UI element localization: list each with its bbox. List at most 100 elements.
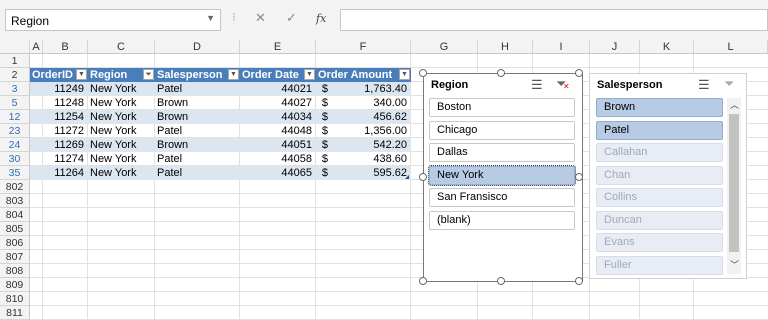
table-cell[interactable]: 1,356.00	[332, 124, 411, 138]
table-cell[interactable]: 11248	[30, 96, 88, 110]
resize-handle[interactable]	[419, 69, 427, 77]
table-cell[interactable]: Brown	[155, 96, 240, 110]
column-header-k[interactable]: K	[640, 40, 694, 54]
table-cell[interactable]: 11264	[30, 166, 88, 180]
resize-handle[interactable]	[497, 277, 505, 285]
table-cell[interactable]: Patel	[155, 82, 240, 96]
column-header-e[interactable]: E	[240, 40, 316, 54]
table-cell[interactable]: $	[316, 82, 332, 96]
table-cell[interactable]: New York	[88, 96, 155, 110]
table-cell[interactable]: $	[316, 96, 332, 110]
scrollbar-thumb[interactable]	[729, 114, 739, 252]
table-cell[interactable]: New York	[88, 110, 155, 124]
row-header[interactable]: 2	[0, 68, 30, 82]
resize-handle[interactable]	[575, 277, 583, 285]
slicer-item-blank[interactable]: (blank)	[429, 210, 575, 230]
row-header[interactable]: 804	[0, 208, 30, 222]
slicer-item-duncan[interactable]: Duncan	[596, 210, 723, 230]
slicer-item-brown[interactable]: Brown	[596, 98, 723, 117]
table-cell[interactable]: 44034	[240, 110, 316, 124]
table-resize-handle[interactable]	[405, 175, 409, 179]
row-header[interactable]: 802	[0, 180, 30, 194]
column-header-a[interactable]: A	[30, 40, 43, 54]
table-cell[interactable]: 456.62	[332, 110, 411, 124]
chevron-down-icon[interactable]: ▼	[206, 13, 215, 23]
enter-icon[interactable]: ✓	[286, 10, 297, 26]
column-header-h[interactable]: H	[478, 40, 533, 54]
table-cell[interactable]: 44065	[240, 166, 316, 180]
resize-handle[interactable]	[575, 173, 583, 181]
row-header[interactable]: 807	[0, 250, 30, 264]
table-cell[interactable]: 11274	[30, 152, 88, 166]
table-cell[interactable]: 44021	[240, 82, 316, 96]
row-header[interactable]: 805	[0, 222, 30, 236]
row-header[interactable]: 35	[0, 166, 30, 180]
resize-handle[interactable]	[419, 277, 427, 285]
slicer-item-callahan[interactable]: Callahan	[596, 143, 723, 162]
filter-dropdown-icon[interactable]: ▼	[399, 69, 410, 80]
table-cell[interactable]: $	[316, 138, 332, 152]
slicer-item-chicago[interactable]: Chicago	[429, 120, 575, 140]
table-cell[interactable]: Brown	[155, 138, 240, 152]
table-cell[interactable]: 542.20	[332, 138, 411, 152]
column-header-g[interactable]: G	[411, 40, 478, 54]
scroll-up-icon[interactable]: ︿	[730, 98, 739, 111]
filter-applied-icon[interactable]: ⏷	[143, 69, 154, 80]
formula-input[interactable]	[340, 9, 768, 31]
row-header[interactable]: 3	[0, 82, 30, 96]
table-cell[interactable]: $	[316, 110, 332, 124]
table-cell[interactable]: $	[316, 166, 332, 180]
table-cell[interactable]: 11269	[30, 138, 88, 152]
table-cell[interactable]: New York	[88, 138, 155, 152]
row-header[interactable]: 23	[0, 124, 30, 138]
table-cell[interactable]: New York	[88, 124, 155, 138]
table-cell[interactable]: 11249	[30, 82, 88, 96]
table-cell[interactable]: 438.60	[332, 152, 411, 166]
row-header[interactable]: 30	[0, 152, 30, 166]
slicer-item-dallas[interactable]: Dallas	[429, 143, 575, 162]
table-cell[interactable]: 595.62	[332, 166, 411, 180]
row-header[interactable]: 1	[0, 54, 30, 68]
select-all-corner[interactable]	[0, 40, 30, 54]
salesperson-scrollbar[interactable]: ︿ ﹀	[727, 98, 741, 274]
column-header-i[interactable]: I	[533, 40, 590, 54]
row-header[interactable]: 810	[0, 292, 30, 306]
table-cell[interactable]: Brown	[155, 110, 240, 124]
column-header-d[interactable]: D	[155, 40, 240, 54]
multi-select-icon[interactable]: ☰	[531, 77, 543, 93]
table-cell[interactable]: Patel	[155, 152, 240, 166]
table-cell[interactable]: New York	[88, 82, 155, 96]
table-cell[interactable]: 44058	[240, 152, 316, 166]
clear-filter-icon[interactable]: ⏷ ✕	[556, 76, 570, 92]
resize-handle[interactable]	[419, 173, 427, 181]
column-header-c[interactable]: C	[88, 40, 155, 54]
row-header[interactable]: 5	[0, 96, 30, 110]
resize-handle[interactable]	[497, 69, 505, 77]
column-header-b[interactable]: B	[43, 40, 88, 54]
multi-select-icon[interactable]: ☰	[698, 77, 710, 93]
column-header-j[interactable]: J	[590, 40, 640, 54]
filter-dropdown-icon[interactable]: ▼	[228, 69, 239, 80]
table-cell[interactable]: 44051	[240, 138, 316, 152]
row-header[interactable]: 803	[0, 194, 30, 208]
table-cell[interactable]: New York	[88, 166, 155, 180]
slicer-item-fuller[interactable]: Fuller	[596, 255, 723, 275]
row-header[interactable]: 811	[0, 306, 30, 320]
slicer-item-collins[interactable]: Collins	[596, 188, 723, 207]
function-icon[interactable]: fx	[316, 12, 326, 25]
slicer-item-boston[interactable]: Boston	[429, 98, 575, 117]
table-cell[interactable]: New York	[88, 152, 155, 166]
region-slicer[interactable]: Region ☰ ⏷ ✕ Boston Chicago Dallas New York S…	[423, 73, 583, 282]
table-cell[interactable]: 11272	[30, 124, 88, 138]
column-header-f[interactable]: F	[316, 40, 411, 54]
filter-dropdown-icon[interactable]: ▼	[76, 69, 87, 80]
clear-filter-icon[interactable]: ⏷	[724, 76, 734, 92]
row-header[interactable]: 809	[0, 278, 30, 292]
slicer-item-new-york[interactable]: New York	[428, 164, 576, 186]
table-cell[interactable]: Patel	[155, 166, 240, 180]
table-cell[interactable]: 1,763.40	[332, 82, 411, 96]
row-header[interactable]: 12	[0, 110, 30, 124]
table-cell[interactable]: Patel	[155, 124, 240, 138]
table-cell[interactable]: 340.00	[332, 96, 411, 110]
slicer-item-patel[interactable]: Patel	[596, 120, 723, 140]
